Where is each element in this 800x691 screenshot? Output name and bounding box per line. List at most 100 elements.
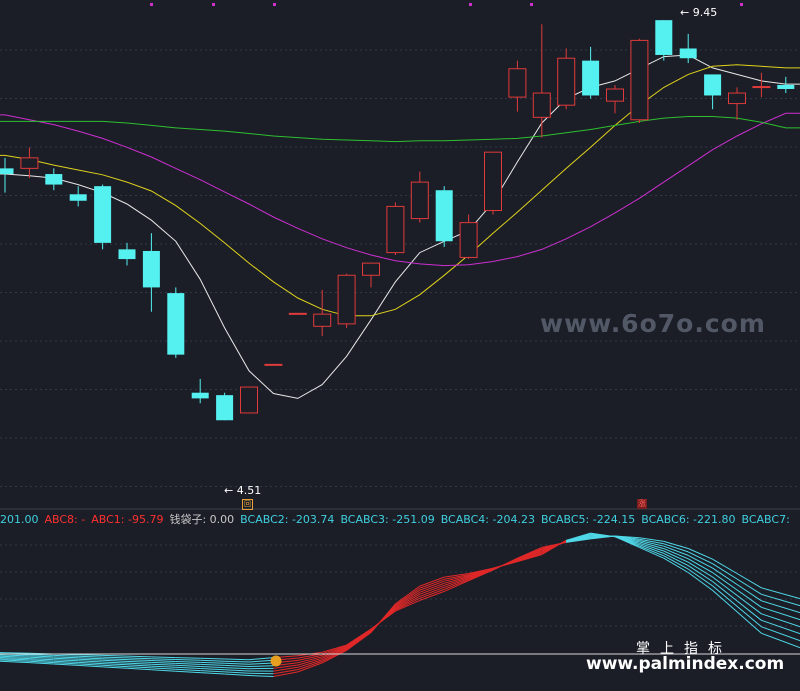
indicator-line <box>175 670 201 674</box>
indicator-line <box>78 654 103 656</box>
indicator-line <box>126 657 152 660</box>
indicator-line <box>126 660 152 663</box>
indicator-line <box>126 659 152 661</box>
indicator-line <box>102 659 128 662</box>
indicator-line <box>736 573 762 589</box>
indicator-line <box>126 664 152 667</box>
legend-item: BCABC7: <box>741 513 790 526</box>
indicator-line <box>200 659 225 662</box>
legend-item: BCABC5: -224.15 <box>540 513 636 526</box>
indicator-line <box>53 663 79 666</box>
indicator-line <box>248 665 274 667</box>
indicator-line <box>224 673 250 676</box>
indicator-line <box>53 662 79 665</box>
indicator-line <box>0 655 30 658</box>
indicator-line <box>200 657 225 660</box>
indicator-line <box>200 666 225 669</box>
indicator-line <box>248 675 274 677</box>
indicator-line <box>761 613 800 628</box>
legend-item: 钱袋子: 0.00 <box>169 513 235 526</box>
indicator-line <box>175 657 201 659</box>
legend-item: BCABC6: -221.80 <box>641 513 736 526</box>
indicator-line <box>102 666 128 669</box>
indicator-line <box>248 672 274 675</box>
indicator-line <box>102 661 128 664</box>
indicator-line <box>736 605 762 628</box>
indicator-line <box>224 667 250 670</box>
indicator-legend: 201.00 ABC8: - ABC1: -95.79 钱袋子: 0.00 BCABC2… <box>0 512 796 528</box>
indicator-line <box>29 658 54 661</box>
indicator-line <box>200 670 225 673</box>
indicator-line <box>224 658 250 661</box>
indicator-line <box>761 593 800 607</box>
indicator-line <box>151 663 176 666</box>
indicator-line <box>29 654 54 656</box>
indicator-line <box>151 661 176 664</box>
indicator-line <box>273 671 298 677</box>
low-price-label: ← 4.51 <box>224 484 262 497</box>
rise-badge-icon: 涨 <box>637 499 647 509</box>
legend-item: ABC8: - <box>44 513 86 526</box>
indicator-line <box>712 572 738 591</box>
indicator-line <box>224 669 250 672</box>
indicator-line <box>78 661 103 665</box>
watermark-palmindex: www.palmindex.com <box>586 654 785 674</box>
indicator-line <box>126 667 152 671</box>
indicator-line <box>0 652 30 654</box>
indicator-line <box>102 656 128 659</box>
indicator-line <box>761 619 800 635</box>
indicator-line <box>151 667 176 670</box>
money-bag-icon <box>270 655 282 667</box>
indicator-line <box>175 662 201 665</box>
indicator-line <box>200 661 225 664</box>
indicator-line <box>200 668 225 671</box>
stock-chart: ← 9.45 ← 4.51 回 涨 201.00 ABC8: - ABC1: -95… <box>0 0 800 691</box>
indicator-line <box>29 655 54 658</box>
indicator-line <box>663 552 689 567</box>
indicator-line <box>712 585 738 607</box>
indicator-line <box>53 660 79 663</box>
legend-item: ABC1: -95.79 <box>91 513 164 526</box>
indicator-line <box>248 657 274 661</box>
indicator-line <box>736 611 762 634</box>
indicator-line <box>175 666 201 669</box>
indicator-line <box>102 664 128 668</box>
indicator-line <box>761 587 800 600</box>
indicator-line <box>53 656 79 659</box>
indicator-line <box>151 669 176 672</box>
indicator-line <box>53 657 79 660</box>
indicator-line <box>492 557 518 571</box>
indicator-line <box>224 671 250 674</box>
indicator-line <box>151 665 176 668</box>
indicator-line <box>200 672 225 675</box>
indicator-line <box>102 654 128 657</box>
indicator-line <box>224 660 250 663</box>
indicator-line <box>78 658 103 661</box>
indicator-line <box>53 654 79 657</box>
indicator-line <box>175 661 201 663</box>
indicator-line <box>0 654 30 657</box>
legend-item: 201.00 <box>0 513 39 526</box>
indicator-line <box>78 660 103 663</box>
indicator-line <box>53 659 79 662</box>
indicator-line <box>346 628 372 646</box>
indicator-line <box>761 600 800 614</box>
indicator-line <box>151 656 176 659</box>
indicator-line <box>102 663 128 666</box>
indicator-line <box>151 660 176 662</box>
indicator-line <box>761 606 800 621</box>
indicator-line <box>687 565 713 582</box>
indicator-line <box>175 668 201 672</box>
indicator-line <box>761 626 800 642</box>
indicator-line <box>712 581 738 602</box>
indicator-chart <box>0 532 800 677</box>
indicator-line <box>175 664 201 667</box>
indicator-line <box>78 664 103 668</box>
indicator-line <box>126 655 152 658</box>
indicator-line <box>224 664 250 667</box>
indicator-line <box>224 662 250 665</box>
indicator-line <box>712 576 738 596</box>
legend-item: BCABC2: -203.74 <box>240 513 335 526</box>
indicator-line <box>151 658 176 660</box>
indicator-line <box>102 658 128 661</box>
